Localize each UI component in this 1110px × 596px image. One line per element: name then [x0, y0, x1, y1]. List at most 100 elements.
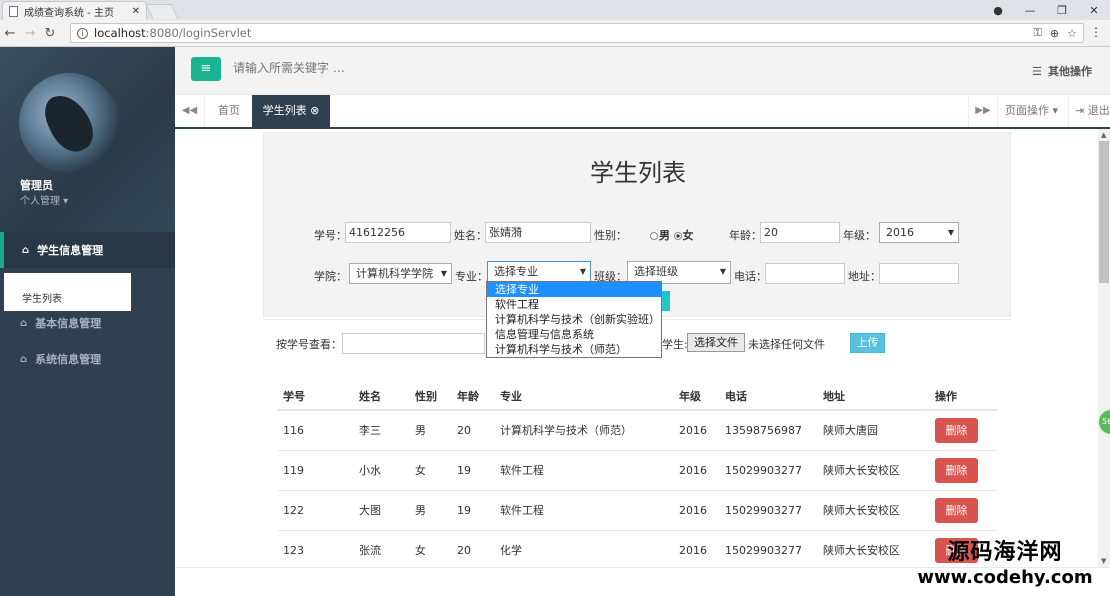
cell-major: 软件工程	[494, 450, 673, 491]
page-icon	[9, 5, 18, 17]
col-address: 地址	[817, 382, 929, 411]
tabs-scroll-left-icon[interactable]: ◀◀	[175, 95, 205, 127]
cell-actions: 删除	[929, 490, 997, 531]
major-option[interactable]: 选择专业	[487, 282, 661, 297]
minimize-icon[interactable]: —	[1014, 4, 1046, 17]
major-option[interactable]: 计算机科学与技术（创新实验班）	[487, 312, 661, 327]
browser-tab-strip: 成绩查询系统 - 主页 ✕ ● — ❐ ✕	[0, 0, 1110, 20]
major-option[interactable]: 软件工程	[487, 297, 661, 312]
browser-menu-icon[interactable]: ⋮	[1090, 25, 1102, 39]
col-major: 专业	[494, 382, 673, 411]
major-dropdown-list: 选择专业 软件工程 计算机科学与技术（创新实验班） 信息管理与信息系统 计算机科…	[486, 281, 662, 358]
page-ops-dropdown[interactable]: 页面操作 ▾	[1005, 95, 1058, 127]
close-tab-icon[interactable]: ✕	[132, 6, 140, 17]
top-header: ≡ ☰ 其他操作	[175, 47, 1110, 95]
college-label: 学院：	[314, 270, 347, 283]
upload-button[interactable]: 上传	[850, 333, 885, 353]
sidebar-item-label: 学生信息管理	[37, 244, 104, 257]
scroll-up-icon[interactable]: ▲	[1101, 131, 1106, 139]
close-tab-icon[interactable]: ⊗	[310, 104, 319, 117]
restore-icon[interactable]: ❐	[1046, 4, 1078, 17]
cell-id: 116	[277, 410, 353, 451]
major-label: 专业：	[455, 270, 488, 283]
major-option[interactable]: 信息管理与信息系统	[487, 327, 661, 342]
info-icon[interactable]: i	[77, 27, 88, 39]
col-phone: 电话	[719, 382, 817, 411]
reload-icon[interactable]: ↻	[40, 26, 60, 41]
male-radio[interactable]	[650, 232, 658, 240]
major-value: 选择专业	[494, 265, 538, 278]
delete-button[interactable]: 删除	[935, 457, 978, 483]
phone-label: 电话：	[734, 270, 767, 283]
bookmark-star-icon[interactable]: ☆	[1067, 27, 1077, 40]
logout-button[interactable]: ⇥ 退出	[1068, 95, 1110, 127]
table-row: 119 小水 女 19 软件工程 2016 15029903277 陕师大长安校…	[277, 450, 997, 491]
address-label: 地址：	[848, 270, 881, 283]
cell-phone: 15029903277	[719, 490, 817, 531]
vertical-scrollbar[interactable]: ▲ ▼	[1098, 129, 1110, 567]
sidebar-item-system-info[interactable]: ⌂ 系统信息管理	[0, 341, 175, 377]
delete-button[interactable]: 删除	[935, 497, 978, 523]
zoom-icon[interactable]: ⊕	[1050, 27, 1059, 40]
address-bar: ← → ↻ i localhost:8080/loginServlet ⚿ ⊕ …	[0, 20, 1110, 47]
choose-file-button[interactable]: 选择文件	[687, 333, 745, 352]
watermark-line1: 源码海洋网	[947, 540, 1063, 565]
back-icon[interactable]: ←	[0, 26, 20, 41]
student-id-field[interactable]: 41612256	[345, 222, 451, 243]
personal-manage-dropdown[interactable]: 个人管理 ▾	[20, 192, 68, 207]
grade-select[interactable]: 2016 ▼	[879, 222, 959, 243]
phone-field[interactable]	[765, 263, 845, 284]
col-name: 姓名	[353, 382, 409, 411]
student-table: 学号 姓名 性别 年龄 专业 年级 电话 地址 操作 116 李三 男 20 计…	[277, 382, 997, 571]
address-field[interactable]	[879, 263, 959, 284]
watermark-logo: 源码海洋网 www.codehy.com	[905, 540, 1105, 596]
major-option[interactable]: 计算机科学与技术（师范）	[487, 342, 661, 357]
file-status: 未选择任何文件	[748, 338, 825, 351]
name-label: 姓名：	[454, 229, 487, 242]
forward-icon[interactable]: →	[20, 26, 40, 41]
tab-student-list[interactable]: 学生列表 ⊗	[252, 95, 330, 127]
url-text: localhost:8080/loginServlet	[94, 26, 1026, 40]
scrollbar-thumb[interactable]	[1099, 141, 1109, 283]
url-field[interactable]: i localhost:8080/loginServlet ⚿ ⊕ ☆	[70, 23, 1084, 43]
grade-value: 2016	[886, 226, 914, 239]
menu-toggle-button[interactable]: ≡	[191, 57, 221, 81]
browser-tab-title: 成绩查询系统 - 主页	[24, 7, 114, 19]
table-row: 116 李三 男 20 计算机科学与技术（师范） 2016 1359875698…	[277, 410, 997, 451]
cell-gender: 女	[409, 530, 451, 571]
lookup-id-input[interactable]	[342, 333, 485, 354]
cell-actions: 删除	[929, 410, 997, 451]
sidebar: 管理员 个人管理 ▾ ⌂ 学生信息管理 学生列表 ⌂ 基本信息管理 ⌂ 系统信息…	[0, 47, 175, 596]
age-field[interactable]: 20	[760, 222, 840, 243]
college-select[interactable]: 计算机科学学院 ▼	[349, 263, 452, 284]
cell-address: 陕师大唐园	[817, 410, 929, 451]
home-icon: ⌂	[20, 353, 28, 365]
name-field[interactable]: 张婧漪	[485, 222, 591, 243]
other-ops-label: 其他操作	[1048, 65, 1092, 78]
cell-major: 化学	[494, 530, 673, 571]
female-label: 女	[682, 229, 694, 242]
profile-icon[interactable]: ●	[982, 4, 1014, 17]
new-tab-button[interactable]	[145, 4, 179, 19]
male-label: 男	[659, 229, 670, 242]
search-input[interactable]	[233, 61, 533, 75]
other-ops-menu[interactable]: ☰ 其他操作	[1032, 63, 1092, 79]
sidebar-item-basic-info[interactable]: ⌂ 基本信息管理	[0, 305, 175, 341]
close-window-icon[interactable]: ✕	[1078, 4, 1110, 17]
cell-age: 20	[451, 530, 494, 571]
female-radio[interactable]	[673, 232, 682, 240]
delete-button[interactable]: 删除	[935, 417, 978, 443]
sidebar-item-student-info[interactable]: ⌂ 学生信息管理	[0, 232, 175, 268]
browser-tab[interactable]: 成绩查询系统 - 主页 ✕	[2, 1, 147, 20]
tabs-scroll-right-icon[interactable]: ▶▶	[968, 95, 998, 127]
page-tabs: ◀◀ 首页 学生列表 ⊗ ▶▶ 页面操作 ▾ ⇥ 退出	[175, 95, 1110, 129]
tab-label: 学生列表	[262, 104, 307, 117]
id-label: 学号：	[314, 229, 347, 242]
col-grade: 年级	[673, 382, 719, 411]
tab-home[interactable]: 首页	[207, 95, 251, 127]
key-icon[interactable]: ⚿	[1034, 26, 1042, 40]
cell-phone: 15029903277	[719, 530, 817, 571]
window-controls: ● — ❐ ✕	[982, 0, 1110, 20]
avatar[interactable]	[19, 73, 119, 173]
age-label: 年龄：	[729, 229, 762, 242]
